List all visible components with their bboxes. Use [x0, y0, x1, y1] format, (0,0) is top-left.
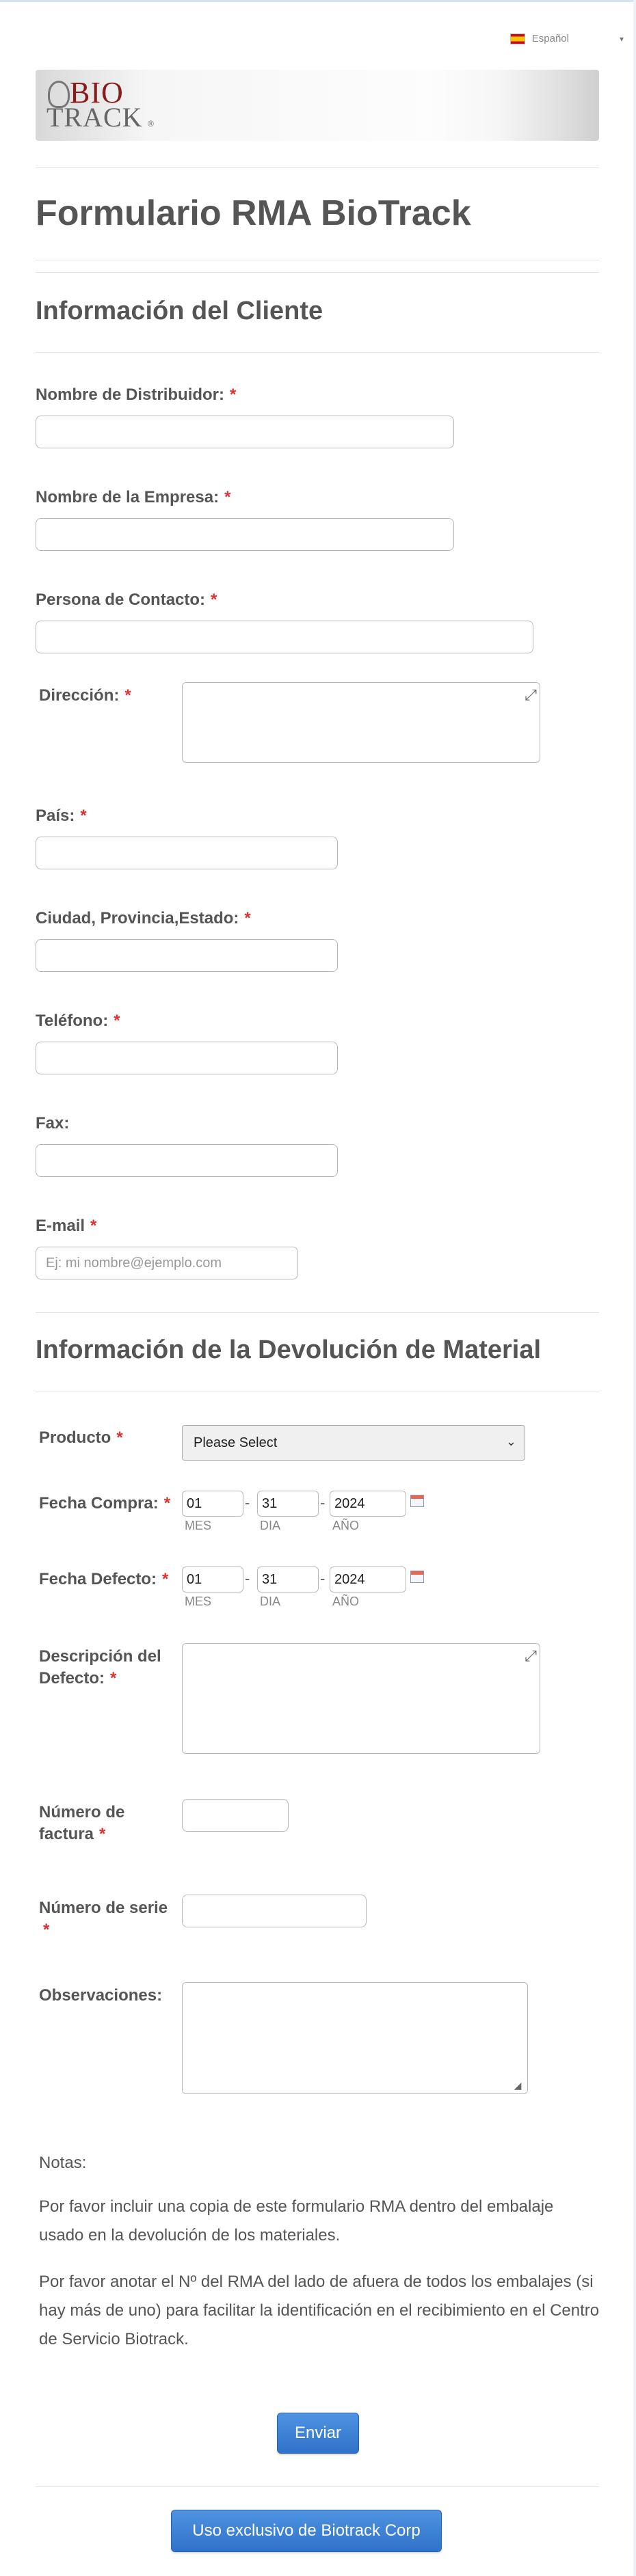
descripcion-label: Descripción del Defecto: *	[39, 1647, 161, 1687]
expand-icon[interactable]: ⤢	[523, 688, 538, 703]
producto-label: Producto *	[39, 1428, 123, 1447]
date-separator: -	[320, 1494, 326, 1511]
empresa-label: Nombre de la Empresa: *	[36, 488, 231, 506]
language-label: Español	[531, 33, 569, 44]
year-sublabel: AÑO	[332, 1519, 360, 1532]
form-title: Formulario RMA BioTrack	[36, 193, 471, 233]
email-label: E-mail *	[36, 1217, 97, 1235]
fecha-compra-year-input[interactable]: 2024	[330, 1491, 406, 1517]
month-sublabel: MES	[185, 1519, 212, 1532]
factura-label: Número de factura *	[39, 1803, 125, 1843]
producto-select[interactable]: Please Select ⌄	[182, 1425, 525, 1461]
divider	[36, 2486, 599, 2487]
notes-paragraph-1: Por favor incluir una copia de este form…	[39, 2197, 554, 2245]
fecha-compra-label: Fecha Compra: *	[39, 1494, 171, 1513]
fecha-defecto-year-input[interactable]: 2024	[330, 1567, 406, 1592]
chevron-down-icon: ▾	[619, 33, 624, 44]
empresa-input[interactable]	[36, 518, 454, 551]
fax-input[interactable]	[36, 1144, 338, 1177]
fecha-defecto-label: Fecha Defecto: *	[39, 1570, 169, 1588]
logo-registered-mark: ®	[148, 119, 154, 128]
ciudad-input[interactable]	[36, 939, 338, 972]
date-separator: -	[245, 1494, 250, 1511]
telefono-input[interactable]	[36, 1042, 338, 1074]
submit-button[interactable]: Enviar	[277, 2413, 359, 2454]
fecha-compra-month-input[interactable]: 01	[182, 1491, 243, 1517]
expand-icon[interactable]: ⤢	[523, 1649, 538, 1664]
email-input[interactable]: Ej: mi nombre@ejemplo.com	[36, 1247, 298, 1279]
pais-label: País: *	[36, 806, 87, 825]
language-selector[interactable]: Español ▾	[509, 33, 624, 44]
direccion-textarea[interactable]	[182, 682, 540, 763]
section-title-client: Información del Cliente	[36, 297, 323, 325]
serie-label: Número de serie *	[39, 1899, 168, 1939]
contacto-label: Persona de Contacto: *	[36, 591, 217, 609]
producto-selected-value: Please Select	[194, 1435, 278, 1450]
scrollbar-track[interactable]	[633, 0, 636, 2576]
descripcion-textarea[interactable]	[182, 1643, 540, 1754]
observaciones-textarea[interactable]	[182, 1982, 528, 2094]
year-sublabel: AÑO	[332, 1595, 360, 1608]
serie-input[interactable]	[182, 1895, 367, 1927]
section-title-material: Información de la Devolución de Material	[36, 1336, 542, 1364]
date-separator: -	[320, 1570, 326, 1587]
fecha-defecto-day-input[interactable]: 31	[257, 1567, 319, 1592]
divider	[36, 272, 599, 273]
spain-flag-icon	[509, 33, 525, 44]
notes-paragraph-2: Por favor anotar el Nº del RMA del lado …	[39, 2273, 600, 2348]
distribuidor-input[interactable]	[36, 416, 454, 448]
divider	[36, 1312, 599, 1313]
top-border	[0, 0, 636, 2]
pais-input[interactable]	[36, 837, 338, 869]
date-separator: -	[245, 1570, 250, 1587]
day-sublabel: DIA	[260, 1519, 281, 1532]
telefono-label: Teléfono: *	[36, 1012, 120, 1030]
chevron-down-icon: ⌄	[505, 1435, 516, 1448]
fax-label: Fax:	[36, 1114, 70, 1133]
distribuidor-label: Nombre de Distribuidor: *	[36, 385, 237, 404]
fecha-defecto-month-input[interactable]: 01	[182, 1567, 243, 1592]
calendar-icon[interactable]	[410, 1495, 424, 1507]
factura-input[interactable]	[182, 1799, 289, 1832]
notes-heading: Notas:	[39, 2154, 87, 2172]
contacto-input[interactable]	[36, 621, 533, 653]
divider	[36, 167, 599, 168]
resize-handle-icon[interactable]: ◢	[513, 2080, 522, 2090]
fecha-compra-day-input[interactable]: 31	[257, 1491, 319, 1517]
exclusive-use-button[interactable]: Uso exclusivo de Biotrack Corp	[171, 2510, 442, 2552]
month-sublabel: MES	[185, 1595, 212, 1608]
day-sublabel: DIA	[260, 1595, 281, 1608]
direccion-label: Dirección: *	[39, 686, 131, 705]
divider	[36, 352, 599, 353]
calendar-icon[interactable]	[410, 1571, 424, 1583]
observaciones-label: Observaciones:	[39, 1986, 163, 2005]
ciudad-label: Ciudad, Provincia,Estado: *	[36, 909, 251, 927]
logo-track-text: TRACK	[47, 102, 143, 133]
